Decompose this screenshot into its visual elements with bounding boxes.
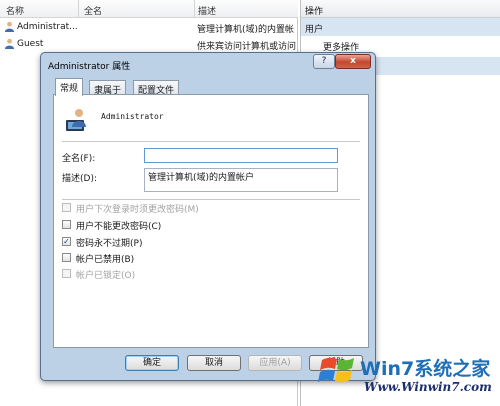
table-row[interactable]: Administrat... 管理计算机(域)的内置帐	[0, 19, 298, 35]
row-description: 管理计算机(域)的内置帐	[197, 25, 295, 35]
checkbox-label: 用户不能更改密码(C)	[76, 222, 162, 232]
apply-button[interactable]: 应用(A)	[248, 355, 302, 371]
column-header-name[interactable]: 名称	[6, 4, 24, 17]
list-header: 名称 全名 描述	[0, 0, 298, 18]
fullname-input[interactable]	[144, 148, 338, 163]
user-monitor-icon	[66, 109, 86, 131]
close-button[interactable]: x	[335, 54, 371, 69]
cancel-button[interactable]: 取消	[187, 355, 241, 371]
windows-flag-icon	[318, 357, 354, 383]
column-separator[interactable]	[194, 0, 195, 18]
description-label: 描述(D):	[62, 174, 97, 184]
help-caption-button[interactable]: ?	[313, 54, 335, 69]
user-icon	[4, 38, 15, 49]
tab-strip: 常规 隶属于 配置文件	[53, 78, 369, 96]
user-icon	[4, 21, 15, 32]
checkbox-box[interactable]	[62, 203, 71, 212]
user-name-label: Administrator	[101, 112, 164, 121]
column-header-fullname[interactable]: 全名	[84, 4, 102, 17]
tab-profile[interactable]: 配置文件	[133, 80, 180, 96]
watermark-url: Www.Winwin7.com	[364, 380, 492, 394]
row-description: 供来宾访问计算机或访问	[197, 42, 297, 52]
properties-dialog: Administrator 属性 ? x 常规 隶属于 配置文件 Adminis…	[40, 52, 376, 381]
actions-group-users[interactable]: 用户	[301, 18, 500, 36]
checkbox-box[interactable]	[62, 253, 71, 262]
dialog-title: Administrator 属性	[48, 62, 131, 72]
table-row[interactable]: Guest 供来宾访问计算机或访问	[0, 36, 298, 52]
checkbox-label: 帐户已锁定(O)	[76, 271, 136, 281]
divider	[62, 141, 360, 142]
tab-member-of[interactable]: 隶属于	[89, 80, 127, 96]
column-header-description[interactable]: 描述	[198, 4, 216, 17]
checkbox-label: 密码永不过期(P)	[76, 239, 143, 249]
watermark-brand: Win7系统之家	[360, 358, 491, 380]
description-input[interactable]: 管理计算机(域)的内置帐户	[144, 168, 338, 192]
checkbox-box[interactable]	[62, 269, 71, 278]
fullname-label: 全名(F):	[62, 154, 96, 164]
checkbox-box-checked[interactable]: ✓	[62, 237, 71, 246]
general-panel: Administrator 全名(F): 描述(D): 管理计算机(域)的内置帐…	[53, 94, 369, 348]
row-name: Guest	[17, 39, 44, 49]
checkbox-label: 用户下次登录时须更改密码(M)	[76, 205, 199, 215]
actions-title: 操作	[301, 0, 500, 18]
checkbox-box[interactable]	[62, 220, 71, 229]
column-separator[interactable]	[78, 0, 79, 18]
watermark: Win7系统之家 Www.Winwin7.com	[318, 350, 500, 406]
checkbox-label: 帐户已禁用(B)	[76, 255, 135, 265]
divider	[62, 199, 360, 200]
tab-general[interactable]: 常规	[55, 78, 84, 96]
ok-button[interactable]: 确定	[125, 355, 179, 371]
row-name: Administrat...	[17, 22, 77, 32]
